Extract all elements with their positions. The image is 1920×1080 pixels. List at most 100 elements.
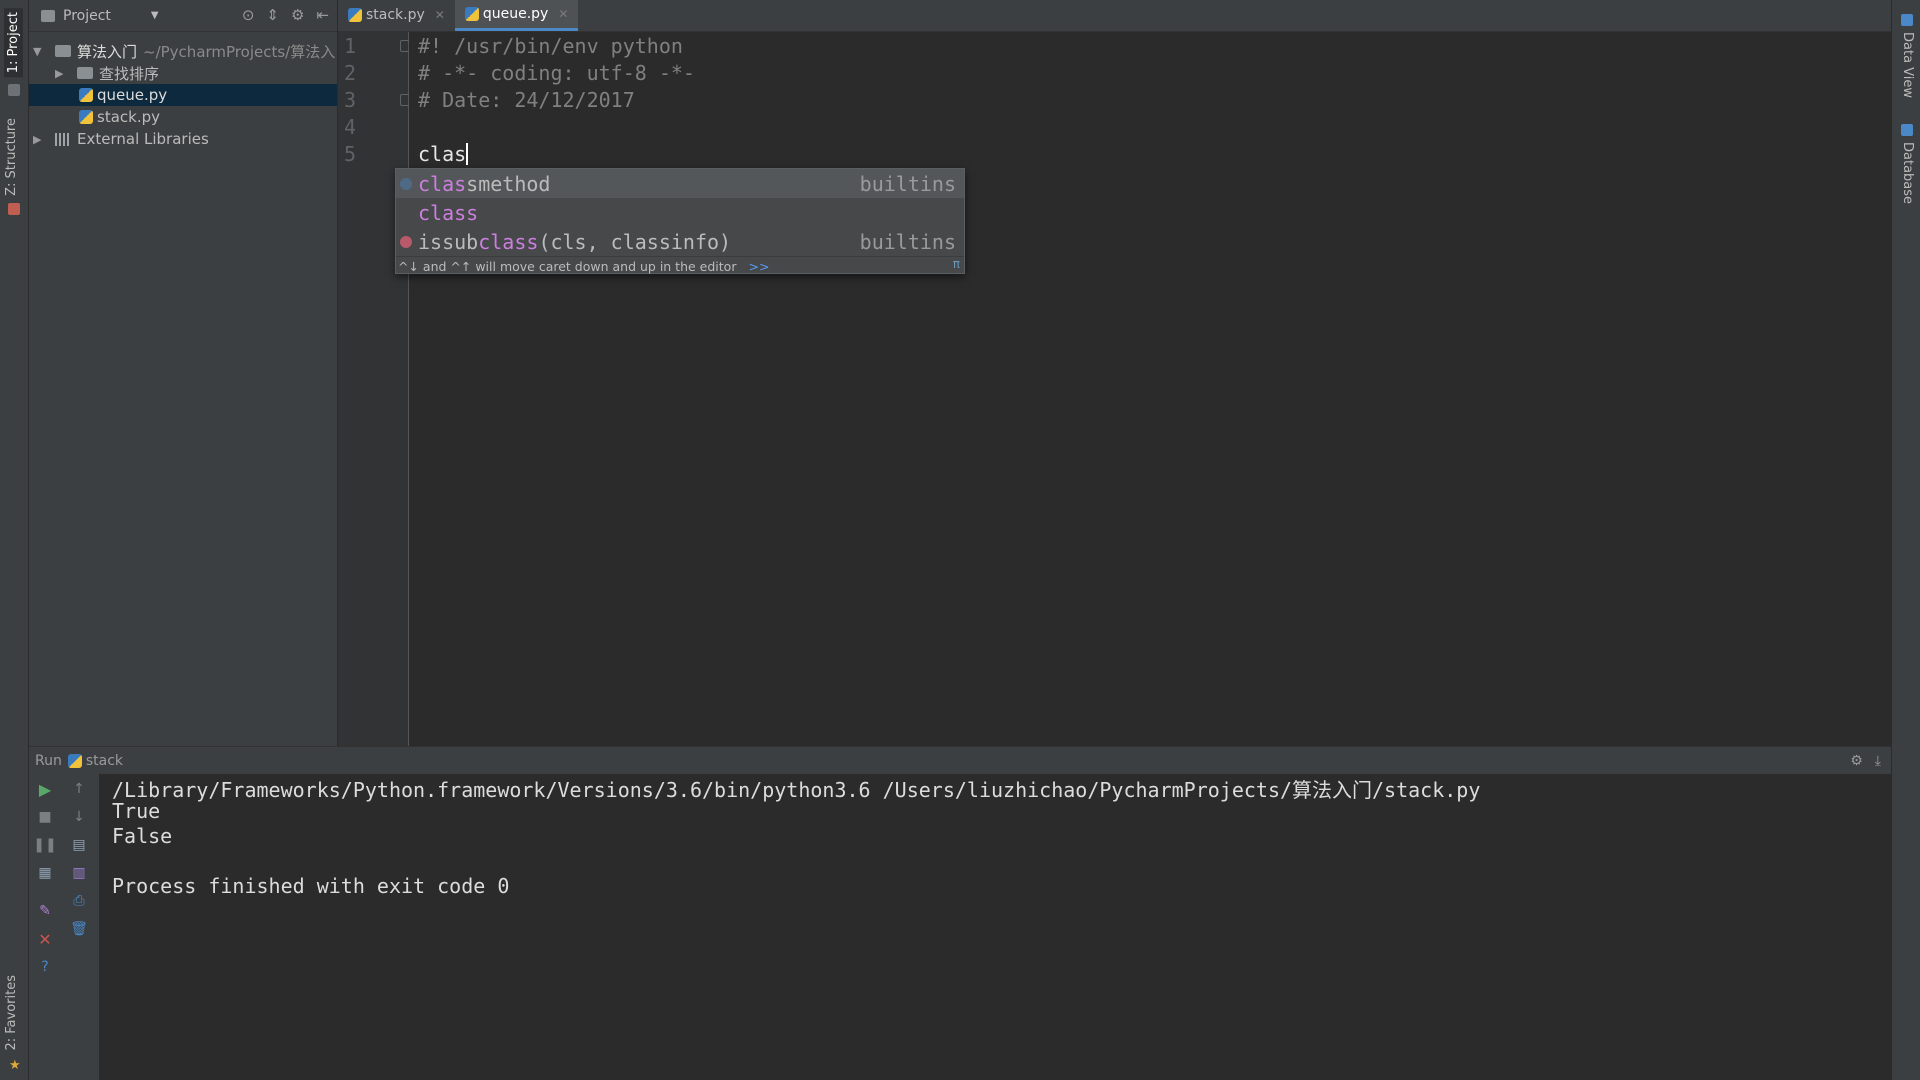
left-tool-strip: 1: Project Z: Structure 2: Favorites ★ (0, 0, 29, 1080)
structure-tool-icon (8, 203, 20, 215)
line-number: 2 (344, 61, 357, 85)
editor-tabs: stack.py ✕ queue.py ✕ (338, 0, 1891, 32)
project-panel-tools: ⊙ ⇕ ⚙ ⇤ (242, 6, 329, 24)
typed-text: clas (418, 142, 467, 166)
close-icon[interactable]: ✕ (435, 8, 445, 22)
collapse-all-icon[interactable]: ⇕ (266, 6, 279, 24)
data-view-tool-tab[interactable]: Data View (1900, 32, 1915, 98)
print-icon[interactable]: ⎙ (70, 892, 88, 910)
chevron-down-icon[interactable]: ▼ (151, 10, 159, 21)
pause-icon[interactable]: ❚❚ (33, 836, 56, 854)
close-icon[interactable]: ✕ (558, 7, 568, 21)
close-icon[interactable]: ✕ (36, 930, 54, 949)
data-view-icon (1901, 14, 1913, 26)
line-number: 1 (344, 34, 357, 58)
python-file-icon (79, 88, 93, 102)
python-file-icon (67, 753, 82, 768)
down-arrow-icon[interactable]: ↓ (70, 808, 88, 826)
hide-panel-icon[interactable]: ⇤ (316, 6, 329, 24)
completion-item-issubclass[interactable]: issub class (cls, classinfo) builtins (396, 227, 964, 256)
project-tool-icon (8, 84, 20, 96)
completion-item-class[interactable]: clas s (396, 198, 964, 227)
python-file-icon (79, 110, 93, 124)
tab-label: queue.py (482, 5, 549, 22)
up-arrow-icon[interactable]: ↑ (70, 780, 88, 798)
code-line-2: # -*- coding: utf-8 -*- (418, 61, 695, 85)
run-toolbar: ▶ ↑ ■ ↓ ❚❚ ▤ ▦ ▥ ⎙ ✎ 🗑 ✕ ? (29, 774, 99, 1080)
star-icon: ★ (9, 1058, 21, 1073)
locate-icon[interactable]: ⊙ (242, 6, 255, 24)
chevron-down-icon[interactable]: ▼ (33, 45, 47, 58)
gear-icon[interactable]: ⚙ (291, 6, 304, 24)
line-number: 5 (344, 142, 357, 166)
run-config-name: stack (85, 752, 124, 769)
pin-icon[interactable]: ✎ (36, 902, 54, 920)
pi-icon[interactable]: π (953, 257, 960, 271)
help-icon[interactable]: ? (36, 958, 54, 976)
hide-panel-icon[interactable]: ⤓ (1875, 753, 1881, 769)
folder-icon (55, 45, 71, 57)
completion-rest: (cls, classinfo) (538, 229, 732, 254)
tree-item-folder[interactable]: ▶ 查找排序 (29, 62, 337, 84)
tab-label: stack.py (366, 7, 425, 23)
rerun-icon[interactable]: ▶ (36, 780, 54, 799)
console-line: False (112, 824, 173, 848)
project-tool-tab[interactable]: 1: Project (4, 8, 23, 78)
code-editor[interactable]: #! /usr/bin/env python # -*- coding: utf… (409, 32, 1891, 746)
chevron-right-icon[interactable]: ▶ (55, 67, 69, 80)
database-icon (1901, 124, 1913, 136)
editor-gutter: 1 2 3 4 5 (338, 32, 410, 746)
restore-layout-icon[interactable]: ▦ (36, 864, 54, 882)
trash-icon[interactable]: 🗑 (70, 920, 88, 938)
line-number: 3 (344, 88, 357, 112)
completion-hint: ^↓ and ^↑ will move caret down and up in… (396, 256, 964, 275)
file-name: queue.py (97, 86, 168, 104)
console-line: /Library/Frameworks/Python.framework/Ver… (112, 778, 1481, 802)
tab-stack-py[interactable]: stack.py ✕ (338, 0, 455, 31)
run-console[interactable]: /Library/Frameworks/Python.framework/Ver… (99, 774, 1891, 1080)
root-folder-path: ~/PycharmProjects/算法入 (143, 42, 336, 61)
code-line-1: #! /usr/bin/env python (418, 34, 683, 58)
library-icon (55, 132, 71, 146)
soft-wrap-icon[interactable]: ▤ (70, 836, 88, 854)
line-number: 4 (344, 115, 357, 139)
tree-item-queue-py[interactable]: queue.py (29, 84, 337, 106)
completion-match: clas (418, 171, 467, 196)
file-name: stack.py (97, 108, 160, 126)
chevron-right-icon[interactable]: ▶ (33, 133, 47, 146)
external-libraries-label: External Libraries (77, 130, 209, 148)
run-panel-header: Run stack ⚙ ⤓ (29, 746, 1891, 774)
stop-icon[interactable]: ■ (36, 808, 54, 826)
favorites-tool-tab[interactable]: 2: Favorites (4, 975, 19, 1051)
tree-item-stack-py[interactable]: stack.py (29, 106, 337, 128)
tab-queue-py[interactable]: queue.py ✕ (454, 0, 579, 31)
gear-icon[interactable]: ⚙ (1850, 753, 1863, 769)
root-folder-name: 算法入门 (77, 42, 138, 61)
completion-prefix: issub (418, 229, 479, 254)
project-panel-header: Project ▼ ⊙ ⇕ ⚙ ⇤ (29, 0, 337, 32)
project-panel-title[interactable]: Project (63, 8, 111, 24)
completion-source: builtins (859, 171, 956, 196)
scroll-to-end-icon[interactable]: ▥ (70, 864, 88, 882)
hint-more-link[interactable]: >> (748, 259, 769, 274)
console-line: True (112, 799, 161, 823)
tree-item-root[interactable]: ▼ 算法入门 ~/PycharmProjects/算法入 (29, 40, 337, 62)
folder-name: 查找排序 (99, 64, 160, 83)
completion-item-classmethod[interactable]: clas smethod builtins (396, 169, 964, 198)
python-file-icon (348, 8, 362, 22)
code-line-3: # Date: 24/12/2017 (418, 88, 635, 112)
completion-popup: clas smethod builtins clas s issub class (cl… (395, 168, 965, 274)
completion-rest: s (466, 200, 479, 225)
python-file-icon (464, 6, 479, 21)
project-panel: Project ▼ ⊙ ⇕ ⚙ ⇤ ▼ 算法入门 ~/PycharmProjec… (29, 0, 338, 746)
tree-item-external-libraries[interactable]: ▶ External Libraries (29, 128, 337, 150)
right-tool-strip: Data View Database (1891, 0, 1920, 1080)
hint-text: ^↓ and ^↑ will move caret down and up in… (398, 258, 737, 274)
console-line: Process finished with exit code 0 (112, 874, 510, 898)
method-icon (400, 177, 412, 190)
completion-match: class (478, 229, 539, 254)
structure-tool-tab[interactable]: Z: Structure (4, 118, 19, 196)
project-view-icon (41, 9, 55, 22)
database-tool-tab[interactable]: Database (1900, 142, 1915, 204)
run-config[interactable]: stack (67, 752, 124, 769)
